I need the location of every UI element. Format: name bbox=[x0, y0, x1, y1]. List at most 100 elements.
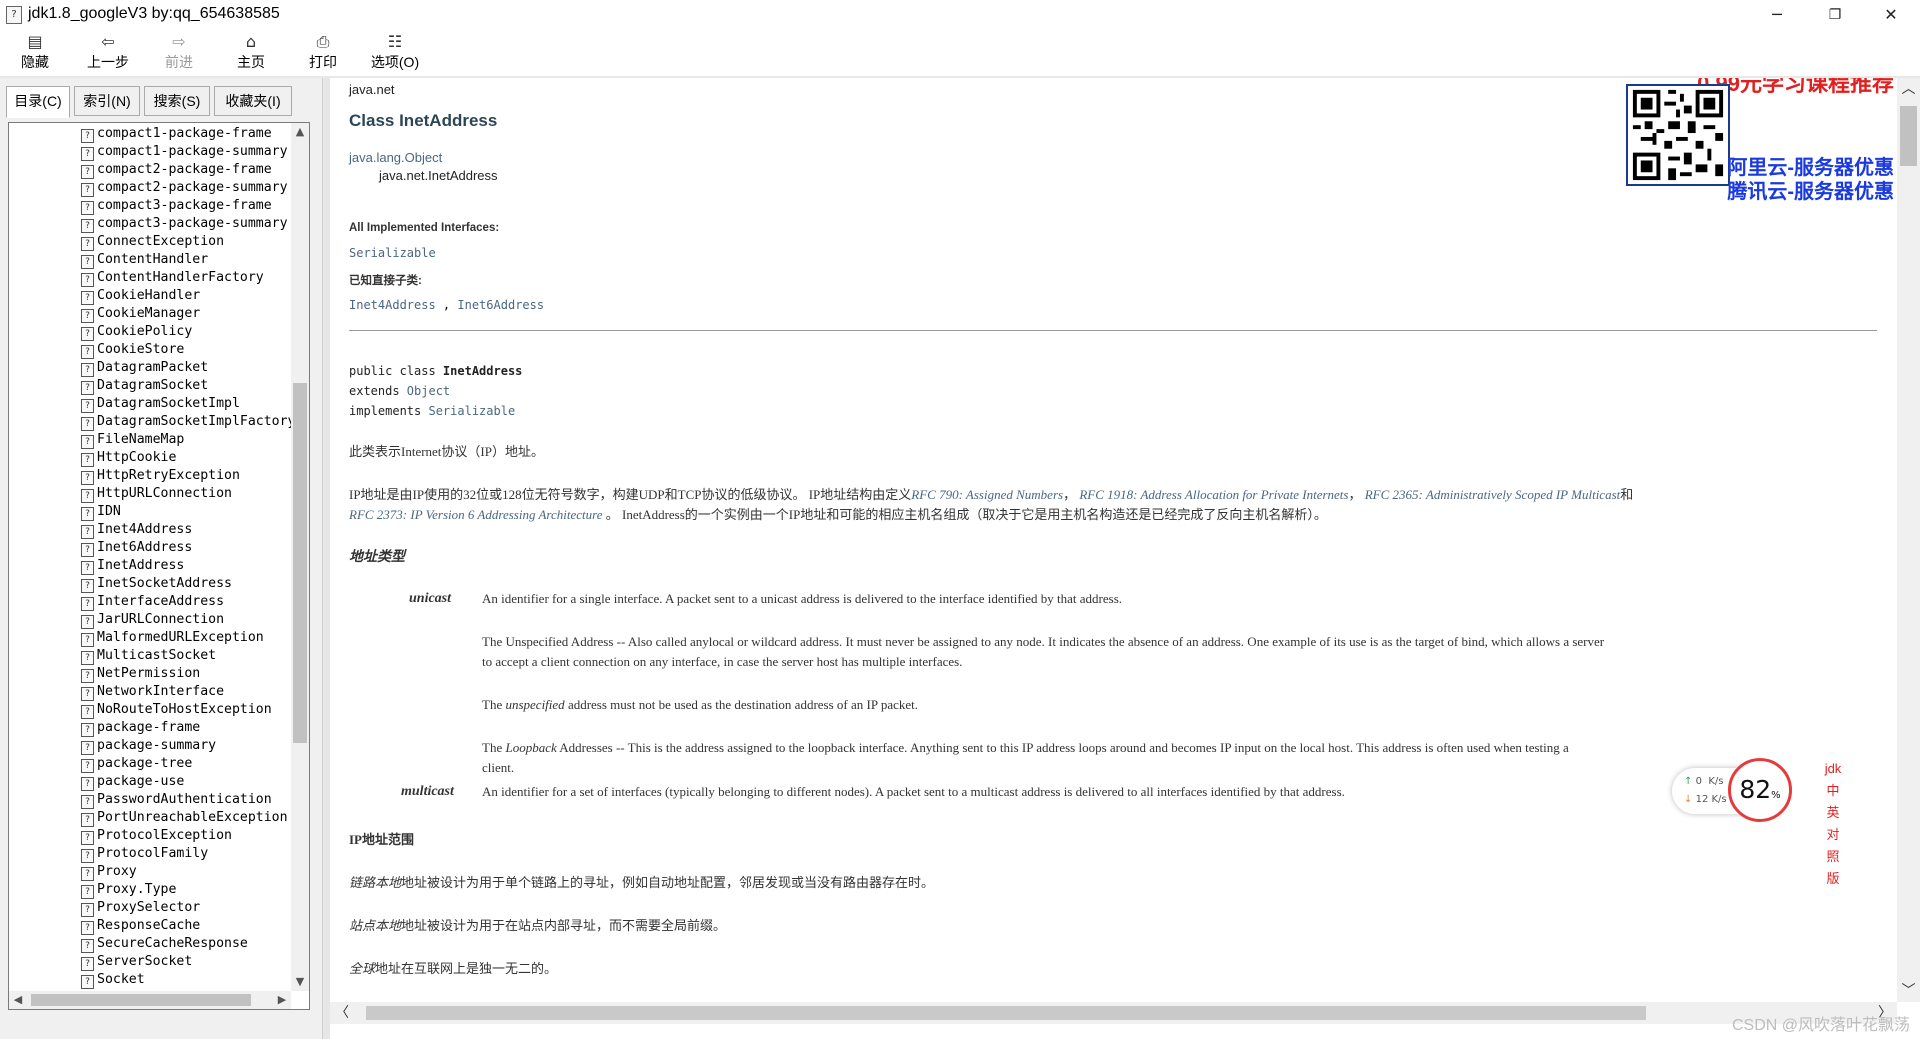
tree-item[interactable]: ? package-tree bbox=[81, 755, 296, 773]
serializable-link[interactable]: Serializable bbox=[349, 246, 436, 260]
tree-item[interactable]: ? MalformedURLException bbox=[81, 629, 296, 647]
tree-item[interactable]: ? PortUnreachableException bbox=[81, 809, 296, 827]
tree-item[interactable]: ? Inet4Address bbox=[81, 521, 296, 539]
tree-item[interactable]: ? Inet6Address bbox=[81, 539, 296, 557]
tree-item-label: Proxy.Type bbox=[97, 882, 177, 897]
tree-item[interactable]: ? ConnectException bbox=[81, 233, 296, 251]
hierarchy-parent-link[interactable]: java.lang.Object bbox=[349, 150, 442, 165]
inet6address-link[interactable]: Inet6Address bbox=[457, 298, 544, 312]
tree-item[interactable]: ? NetworkInterface bbox=[81, 683, 296, 701]
tree-item[interactable]: ? compact1-package-summary bbox=[81, 143, 296, 161]
object-link[interactable]: Object bbox=[407, 384, 450, 398]
tree-item[interactable]: ? HttpCookie bbox=[81, 449, 296, 467]
serializable-decl-link[interactable]: Serializable bbox=[428, 404, 515, 418]
tree-scroll-thumb[interactable] bbox=[293, 383, 307, 743]
tree-item[interactable]: ? package-frame bbox=[81, 719, 296, 737]
scroll-right-icon[interactable]: ▶ bbox=[273, 991, 291, 1009]
tree-item[interactable]: ? ContentHandler bbox=[81, 251, 296, 269]
tree-item[interactable]: ? compact2-package-summary bbox=[81, 179, 296, 197]
tree-item[interactable]: ? Socket bbox=[81, 971, 296, 989]
tencent-promo-link[interactable]: 腾讯云-服务器优惠 bbox=[1727, 175, 1894, 204]
contents-tree[interactable]: ? compact1-package-frame? compact1-package… bbox=[8, 122, 310, 1010]
help-page-icon: ? bbox=[81, 345, 94, 359]
content-scroll-left-icon[interactable]: 〈 bbox=[330, 1002, 354, 1024]
tab-favorites[interactable]: 收藏夹(I) bbox=[214, 86, 292, 116]
tree-item[interactable]: ? CookieStore bbox=[81, 341, 296, 359]
help-page-icon: ? bbox=[81, 633, 94, 647]
home-button[interactable]: ⌂ 主页 bbox=[220, 32, 282, 74]
print-button[interactable]: ⎙ 打印 bbox=[292, 32, 354, 74]
tree-item[interactable]: ? SecureCacheResponse bbox=[81, 935, 296, 953]
tree-hscroll-thumb[interactable] bbox=[31, 994, 251, 1006]
rfc790-link[interactable]: RFC 790: Assigned Numbers bbox=[911, 487, 1063, 502]
tree-item[interactable]: ? DatagramSocketImplFactory bbox=[81, 413, 296, 431]
options-label: 选项(O) bbox=[370, 54, 420, 70]
content-vertical-scrollbar[interactable]: ︿ ﹀ bbox=[1897, 78, 1920, 1002]
options-button[interactable]: ☷ 选项(O) bbox=[364, 32, 426, 74]
tree-horizontal-scrollbar[interactable]: ◀ ▶ bbox=[9, 991, 291, 1009]
scroll-down-icon[interactable]: ▼ bbox=[291, 973, 309, 991]
tree-item[interactable]: ? PasswordAuthentication bbox=[81, 791, 296, 809]
tree-item[interactable]: ? Proxy.Type bbox=[81, 881, 296, 899]
tree-item[interactable]: ? CookieManager bbox=[81, 305, 296, 323]
tree-vertical-scrollbar[interactable]: ▲ ▼ bbox=[291, 123, 309, 991]
tree-item[interactable]: ? ProtocolFamily bbox=[81, 845, 296, 863]
qr-code-icon[interactable] bbox=[1626, 84, 1730, 186]
minimize-button[interactable]: ─ bbox=[1748, 0, 1806, 30]
restore-button[interactable]: ❐ bbox=[1806, 0, 1864, 30]
help-book-icon[interactable]: ? bbox=[6, 6, 22, 24]
tree-item[interactable]: ? compact3-package-frame bbox=[81, 197, 296, 215]
tree-item[interactable]: ? InetAddress bbox=[81, 557, 296, 575]
close-button[interactable]: ✕ bbox=[1862, 0, 1920, 30]
unspecified-note: The unspecified address must not be used… bbox=[482, 697, 918, 713]
content-scroll-thumb[interactable] bbox=[1900, 106, 1917, 166]
tree-item[interactable]: ? package-use bbox=[81, 773, 296, 791]
tree-item[interactable]: ? compact2-package-frame bbox=[81, 161, 296, 179]
content-horizontal-scrollbar[interactable]: 〈 〉 bbox=[330, 1002, 1897, 1024]
scroll-left-icon[interactable]: ◀ bbox=[9, 991, 27, 1009]
tree-item[interactable]: ? HttpURLConnection bbox=[81, 485, 296, 503]
tree-item[interactable]: ? DatagramSocket bbox=[81, 377, 296, 395]
tree-item[interactable]: ? ProxySelector bbox=[81, 899, 296, 917]
tree-item[interactable]: ? CookiePolicy bbox=[81, 323, 296, 341]
tree-item[interactable]: ? DatagramSocketImpl bbox=[81, 395, 296, 413]
memory-gauge[interactable]: 82% bbox=[1728, 758, 1792, 822]
help-page-icon: ? bbox=[81, 723, 94, 737]
tree-item[interactable]: ? MulticastSocket bbox=[81, 647, 296, 665]
link-local-text: 链路本地地址被设计为用于单个链路上的寻址，例如自动地址配置，邻居发现或当没有路由… bbox=[349, 872, 934, 891]
tree-item[interactable]: ? ServerSocket bbox=[81, 953, 296, 971]
tree-item[interactable]: ? ContentHandlerFactory bbox=[81, 269, 296, 287]
help-page-icon: ? bbox=[81, 669, 94, 683]
back-button[interactable]: ⇦ 上一步 bbox=[77, 32, 139, 74]
tree-item[interactable]: ? package-summary bbox=[81, 737, 296, 755]
scroll-up-icon[interactable]: ▲ bbox=[291, 123, 309, 141]
forward-button[interactable]: ⇨ 前进 bbox=[148, 32, 210, 74]
tree-item[interactable]: ? FileNameMap bbox=[81, 431, 296, 449]
rfc1918-link[interactable]: RFC 1918: Address Allocation for Private… bbox=[1079, 487, 1348, 502]
tree-item[interactable]: ? ResponseCache bbox=[81, 917, 296, 935]
tab-contents[interactable]: 目录(C) bbox=[6, 86, 70, 118]
content-hscroll-thumb[interactable] bbox=[366, 1006, 1646, 1020]
content-scroll-down-icon[interactable]: ﹀ bbox=[1897, 980, 1920, 1002]
tab-index[interactable]: 索引(N) bbox=[74, 86, 140, 116]
tree-item[interactable]: ? ProtocolException bbox=[81, 827, 296, 845]
tree-item[interactable]: ? InetSocketAddress bbox=[81, 575, 296, 593]
tab-search[interactable]: 搜索(S) bbox=[144, 86, 210, 116]
hide-button[interactable]: ▤ 隐藏 bbox=[4, 32, 66, 74]
tree-item[interactable]: ? InterfaceAddress bbox=[81, 593, 296, 611]
tree-item[interactable]: ? Proxy bbox=[81, 863, 296, 881]
jdk-bilingual-ad[interactable]: jdk 中 英 对 照 版 bbox=[1823, 758, 1843, 890]
tree-item[interactable]: ? CookieHandler bbox=[81, 287, 296, 305]
tree-item[interactable]: ? NetPermission bbox=[81, 665, 296, 683]
rfc2373-link[interactable]: RFC 2373: IP Version 6 Addressing Archit… bbox=[349, 507, 602, 522]
tree-item[interactable]: ? IDN bbox=[81, 503, 296, 521]
tree-item[interactable]: ? NoRouteToHostException bbox=[81, 701, 296, 719]
tree-item[interactable]: ? DatagramPacket bbox=[81, 359, 296, 377]
tree-item[interactable]: ? JarURLConnection bbox=[81, 611, 296, 629]
tree-item[interactable]: ? compact3-package-summary bbox=[81, 215, 296, 233]
tree-item[interactable]: ? compact1-package-frame bbox=[81, 125, 296, 143]
content-scroll-up-icon[interactable]: ︿ bbox=[1897, 78, 1920, 100]
tree-item[interactable]: ? HttpRetryException bbox=[81, 467, 296, 485]
rfc2365-link[interactable]: RFC 2365: Administratively Scoped IP Mul… bbox=[1365, 487, 1621, 502]
inet4address-link[interactable]: Inet4Address bbox=[349, 298, 436, 312]
